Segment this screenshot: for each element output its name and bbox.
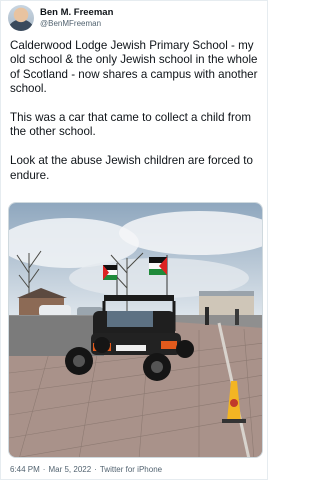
tweet-time[interactable]: 6:44 PM: [10, 465, 40, 474]
meta-separator: ·: [94, 465, 97, 474]
tweet-text: Calderwood Lodge Jewish Primary School -…: [10, 39, 258, 182]
author-handle[interactable]: @BenMFreeman: [40, 18, 113, 29]
author-names: Ben M. Freeman @BenMFreeman: [40, 7, 113, 29]
avatar[interactable]: [8, 5, 34, 31]
tweet-metadata: 6:44 PM · Mar 5, 2022 · Twitter for iPho…: [10, 465, 162, 474]
tweet-photo[interactable]: [8, 202, 263, 458]
buggy-photo: [9, 203, 262, 457]
tweet-source[interactable]: Twitter for iPhone: [100, 465, 162, 474]
tweet-card: Ben M. Freeman @BenMFreeman Calderwood L…: [0, 0, 268, 480]
tweet-date[interactable]: Mar 5, 2022: [48, 465, 91, 474]
tweet-header: Ben M. Freeman @BenMFreeman: [8, 5, 113, 31]
author-display-name[interactable]: Ben M. Freeman: [40, 7, 113, 18]
meta-separator: ·: [42, 465, 46, 474]
